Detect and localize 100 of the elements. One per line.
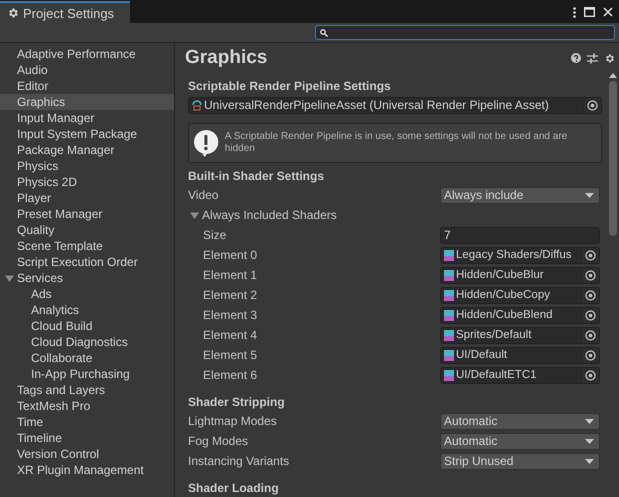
sidebar-item[interactable]: Cloud Build — [0, 318, 174, 334]
sidebar-item[interactable]: Preset Manager — [0, 206, 174, 222]
shader-name: Legacy Shaders/Diffus — [455, 249, 572, 261]
sidebar-item[interactable]: Script Execution Order — [0, 254, 174, 270]
sidebar-item[interactable]: Timeline — [0, 430, 174, 446]
sidebar-item[interactable]: In-App Purchasing — [0, 366, 174, 382]
section-heading: Scriptable Render Pipeline Settings — [188, 78, 392, 95]
shader-name: Hidden/CubeCopy — [455, 289, 551, 301]
shader-name: UI/Default — [455, 349, 508, 361]
object-field[interactable]: UI/DefaultETC1 — [440, 366, 600, 384]
target-icon — [585, 270, 596, 280]
sidebar-item[interactable]: XR Plugin Management — [0, 462, 174, 478]
sidebar-item[interactable]: Editor — [0, 78, 174, 94]
sidebar-item[interactable]: Quality — [0, 222, 174, 238]
object-picker-button[interactable] — [581, 348, 599, 362]
asset-field[interactable]: UniversalRenderPipelineAsset (Universal Render Pipeline Asset) — [188, 96, 602, 114]
caret-icon — [585, 458, 594, 464]
settings-icon[interactable] — [604, 52, 615, 64]
shader-name: Hidden/CubeBlur — [455, 269, 545, 281]
warning-message: A Scriptable Render Pipeline is in use, some settings will not be used and are hidden — [224, 131, 568, 155]
sidebar-item[interactable]: Cloud Diagnostics — [0, 334, 174, 350]
section-heading: Shader Stripping — [188, 394, 286, 411]
target-icon — [585, 290, 596, 300]
sidebar-item[interactable]: TextMesh Pro — [0, 398, 174, 414]
target-icon — [587, 100, 598, 110]
shader-file-icon — [444, 250, 454, 260]
search-field[interactable] — [315, 25, 615, 40]
shader-name: Hidden/CubeBlend — [455, 309, 554, 321]
field-label: Element 0 — [203, 248, 258, 262]
object-field[interactable]: Hidden/CubeBlur — [440, 266, 600, 284]
sidebar-item[interactable]: Adaptive Performance — [0, 46, 174, 62]
shader-file-icon — [444, 370, 454, 380]
field-label: Element 3 — [203, 308, 258, 322]
sidebar-item[interactable]: Version Control — [0, 446, 174, 462]
search-icon — [320, 28, 328, 36]
object-picker-button[interactable] — [581, 328, 599, 342]
dropdown[interactable]: Strip Unused — [440, 452, 600, 470]
sidebar-item[interactable]: Services — [0, 270, 174, 286]
section-heading: Built-in Shader Settings — [188, 168, 326, 185]
shader-file-icon — [444, 330, 454, 340]
sidebar-item[interactable]: Analytics — [0, 302, 174, 318]
caret-icon — [585, 418, 594, 424]
sidebar-item[interactable]: Physics — [0, 158, 174, 174]
settings-icon — [7, 7, 19, 19]
field-label: Instancing Variants — [188, 454, 290, 468]
caret-icon — [585, 438, 594, 444]
foldout-label[interactable]: Always Included Shaders — [202, 208, 337, 222]
object-picker-button[interactable] — [583, 98, 601, 112]
sidebar-item[interactable]: Time — [0, 414, 174, 430]
sidebar-item[interactable]: Input System Package — [0, 126, 174, 142]
window-tab[interactable]: Project Settings — [0, 1, 130, 23]
sidebar-item[interactable]: Graphics — [0, 94, 174, 110]
object-picker-button[interactable] — [581, 268, 599, 282]
warning-icon — [193, 129, 219, 157]
object-picker-button[interactable] — [581, 308, 599, 322]
target-icon — [585, 310, 596, 320]
sidebar-item[interactable]: Tags and Layers — [0, 382, 174, 398]
sidebar-item[interactable]: Collaborate — [0, 350, 174, 366]
sidebar-item[interactable]: Input Manager — [0, 110, 174, 126]
target-icon — [585, 250, 596, 260]
dropdown[interactable]: Always include — [440, 186, 600, 204]
sidebar-item[interactable]: Physics 2D — [0, 174, 174, 190]
shader-file-icon — [444, 270, 454, 280]
field-label: Fog Modes — [188, 434, 250, 448]
object-field[interactable]: Hidden/CubeBlend — [440, 306, 600, 324]
target-icon — [585, 330, 596, 340]
shader-name: Sprites/Default — [455, 329, 532, 341]
object-field[interactable]: Sprites/Default — [440, 326, 600, 344]
sidebar-item[interactable]: Package Manager — [0, 142, 174, 158]
field-label: Element 4 — [203, 328, 258, 342]
shader-file-icon — [444, 290, 454, 300]
expanded-arrow-icon[interactable] — [190, 210, 199, 220]
shader-file-icon — [444, 350, 454, 360]
field-label: Element 1 — [203, 268, 258, 282]
page-title: Graphics — [185, 47, 268, 69]
object-picker-button[interactable] — [581, 368, 599, 382]
sidebar-item[interactable]: Player — [0, 190, 174, 206]
field-label: Lightmap Modes — [188, 414, 278, 428]
shader-file-icon — [444, 310, 454, 320]
dropdown[interactable]: Automatic — [440, 432, 600, 450]
sliders-icon[interactable] — [587, 52, 598, 64]
object-field[interactable]: Hidden/CubeCopy — [440, 286, 600, 304]
help-icon[interactable] — [571, 53, 581, 63]
target-icon — [585, 370, 596, 380]
object-picker-button[interactable] — [581, 248, 599, 262]
dropdown[interactable]: Automatic — [440, 412, 600, 430]
field-label: Video — [188, 188, 220, 202]
sidebar-item[interactable]: Audio — [0, 62, 174, 78]
more-options-icon[interactable] — [573, 6, 576, 18]
object-field[interactable]: UI/Default — [440, 346, 600, 364]
sidebar-item[interactable]: Ads — [0, 286, 174, 302]
expanded-arrow-icon[interactable] — [5, 274, 14, 283]
maximize-icon[interactable] — [584, 7, 595, 17]
object-field[interactable]: Legacy Shaders/Diffus — [440, 246, 600, 264]
close-icon[interactable] — [603, 7, 613, 17]
object-picker-button[interactable] — [581, 288, 599, 302]
number-field[interactable]: 7 — [440, 226, 600, 244]
sidebar-item[interactable]: Scene Template — [0, 238, 174, 254]
scroll-up-icon — [609, 73, 617, 78]
scrollbar-thumb[interactable] — [609, 81, 617, 236]
